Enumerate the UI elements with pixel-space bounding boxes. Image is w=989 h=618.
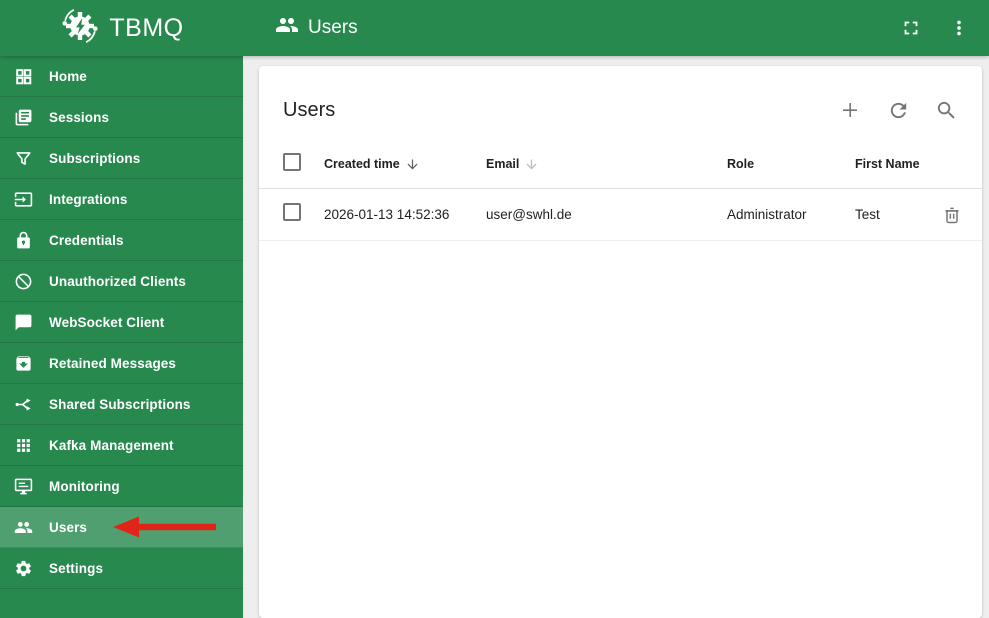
sidebar-item-label: Retained Messages xyxy=(49,355,177,371)
sort-desc-icon-inactive xyxy=(524,157,539,172)
sidebar: Home Sessions Subscriptions Integrations… xyxy=(0,56,243,618)
block-icon xyxy=(13,271,33,291)
lock-icon xyxy=(13,230,33,250)
logo-text: TBMQ xyxy=(109,13,184,42)
sidebar-item-retained-messages[interactable]: Retained Messages xyxy=(0,343,243,384)
card-toolbar xyxy=(838,98,958,122)
card-title: Users xyxy=(283,98,336,121)
users-card: Users Created time Email Role First Name… xyxy=(259,66,982,618)
fullscreen-button[interactable] xyxy=(899,16,923,40)
book-icon xyxy=(13,107,33,127)
sidebar-item-integrations[interactable]: Integrations xyxy=(0,179,243,220)
card-header: Users xyxy=(259,66,982,140)
sidebar-item-label: Integrations xyxy=(49,191,128,207)
column-label: Email xyxy=(486,157,520,171)
column-header-created-time[interactable]: Created time xyxy=(324,157,486,172)
column-header-email[interactable]: Email xyxy=(486,157,727,172)
more-menu-button[interactable] xyxy=(947,16,971,40)
topbar: TBMQ Users xyxy=(0,0,989,56)
sidebar-item-label: Shared Subscriptions xyxy=(49,396,191,412)
sidebar-item-unauthorized-clients[interactable]: Unauthorized Clients xyxy=(0,261,243,302)
archive-icon xyxy=(13,353,33,373)
table-row[interactable]: 2026-01-13 14:52:36 user@swhl.de Adminis… xyxy=(259,189,982,241)
main-content: Users Created time Email Role First Name… xyxy=(243,56,989,618)
apps-grid-icon xyxy=(13,435,33,455)
row-checkbox[interactable] xyxy=(283,203,301,221)
sort-desc-icon xyxy=(405,157,420,172)
select-all-checkbox[interactable] xyxy=(283,152,301,171)
gear-icon xyxy=(13,558,33,578)
column-label: Created time xyxy=(324,157,400,171)
sidebar-item-label: Subscriptions xyxy=(49,150,141,166)
refresh-button[interactable] xyxy=(886,98,910,122)
page-title: Users xyxy=(275,13,358,43)
sidebar-item-subscriptions[interactable]: Subscriptions xyxy=(0,138,243,179)
table-header-row: Created time Email Role First Name xyxy=(259,140,982,189)
sidebar-item-sessions[interactable]: Sessions xyxy=(0,97,243,138)
search-button[interactable] xyxy=(934,98,958,122)
cell-first-name: Test xyxy=(855,207,880,222)
people-icon xyxy=(275,13,299,43)
cell-email: user@swhl.de xyxy=(486,207,572,222)
sidebar-item-label: WebSocket Client xyxy=(49,314,165,330)
sidebar-item-label: Sessions xyxy=(49,109,110,125)
chat-icon xyxy=(13,312,33,332)
sidebar-item-home[interactable]: Home xyxy=(0,56,243,97)
app-logo[interactable]: TBMQ xyxy=(0,0,243,56)
column-label: First Name xyxy=(855,157,920,171)
sidebar-item-label: Unauthorized Clients xyxy=(49,273,187,289)
sidebar-item-shared-subscriptions[interactable]: Shared Subscriptions xyxy=(0,384,243,425)
delete-user-button[interactable] xyxy=(940,203,964,227)
sidebar-item-label: Kafka Management xyxy=(49,437,174,453)
column-label: Role xyxy=(727,157,755,171)
sidebar-item-label: Users xyxy=(49,519,88,535)
sidebar-item-kafka-management[interactable]: Kafka Management xyxy=(0,425,243,466)
sidebar-item-label: Settings xyxy=(49,560,104,576)
people-icon xyxy=(13,517,33,537)
column-header-role[interactable]: Role xyxy=(727,157,855,171)
dashboard-icon xyxy=(13,66,33,86)
filter-icon xyxy=(13,148,33,168)
sidebar-item-users[interactable]: Users xyxy=(0,507,243,548)
page-title-label: Users xyxy=(308,17,358,38)
cell-role: Administrator xyxy=(727,207,807,222)
sidebar-item-settings[interactable]: Settings xyxy=(0,548,243,589)
sidebar-item-credentials[interactable]: Credentials xyxy=(0,220,243,261)
tbmq-gear-logo-icon xyxy=(59,5,101,52)
column-header-first-name[interactable]: First Name xyxy=(855,157,940,171)
sidebar-item-label: Monitoring xyxy=(49,478,120,494)
sidebar-item-label: Home xyxy=(49,68,87,84)
sidebar-item-websocket-client[interactable]: WebSocket Client xyxy=(0,302,243,343)
input-icon xyxy=(13,189,33,209)
sidebar-item-monitoring[interactable]: Monitoring xyxy=(0,466,243,507)
cell-created-time: 2026-01-13 14:52:36 xyxy=(324,207,450,222)
split-icon xyxy=(13,394,33,414)
monitor-icon xyxy=(13,476,33,496)
sidebar-item-label: Credentials xyxy=(49,232,124,248)
add-user-button[interactable] xyxy=(838,98,862,122)
